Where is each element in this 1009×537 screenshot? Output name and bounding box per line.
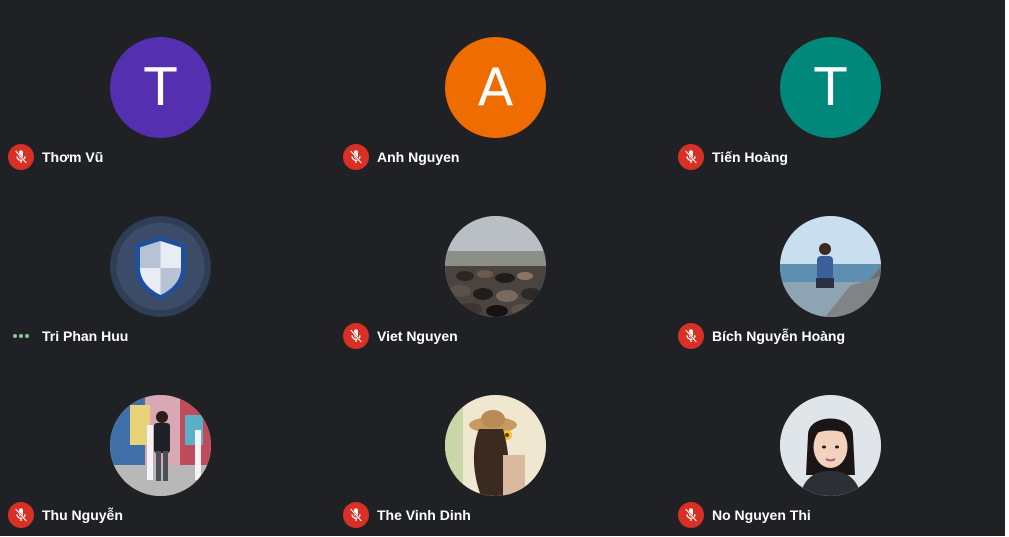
participant-tile[interactable]: Tri Phan Huu bbox=[0, 179, 335, 358]
participant-tile[interactable]: T Tiến Hoàng bbox=[670, 0, 1005, 179]
mic-off-icon bbox=[343, 323, 369, 349]
mic-off-icon bbox=[8, 144, 34, 170]
pebbles-photo bbox=[445, 216, 546, 317]
man-mural-photo bbox=[110, 395, 211, 496]
avatar: A bbox=[445, 37, 546, 138]
mic-off-icon bbox=[678, 323, 704, 349]
participant-name: Tri Phan Huu bbox=[42, 328, 129, 344]
avatar-letter: A bbox=[477, 57, 514, 118]
mic-off-icon bbox=[343, 502, 369, 528]
avatar: T bbox=[110, 37, 211, 138]
mic-off-icon bbox=[678, 144, 704, 170]
participant-name: The Vinh Dinh bbox=[377, 507, 471, 523]
meeting-participant-grid: T Thơm Vũ A Anh Nguyen T Tiến Hoàng Tri … bbox=[0, 0, 1005, 536]
participant-tile[interactable]: No Nguyen Thi bbox=[670, 358, 1005, 537]
nameplate: The Vinh Dinh bbox=[343, 502, 471, 528]
nameplate: No Nguyen Thi bbox=[678, 502, 811, 528]
participant-tile[interactable]: T Thơm Vũ bbox=[0, 0, 335, 179]
mic-off-icon bbox=[678, 502, 704, 528]
nameplate: Tiến Hoàng bbox=[678, 144, 788, 170]
speaking-dots-icon bbox=[8, 323, 34, 349]
participant-name: Tiến Hoàng bbox=[712, 149, 788, 165]
window-edge bbox=[1005, 0, 1009, 536]
participant-tile[interactable]: A Anh Nguyen bbox=[335, 0, 670, 179]
avatar: T bbox=[780, 37, 881, 138]
participant-tile[interactable]: Viet Nguyen bbox=[335, 179, 670, 358]
nameplate: Thơm Vũ bbox=[8, 144, 103, 170]
nameplate: Anh Nguyen bbox=[343, 144, 459, 170]
woman-hat-photo bbox=[445, 395, 546, 496]
avatar-letter: T bbox=[814, 57, 847, 118]
participant-tile[interactable]: The Vinh Dinh bbox=[335, 358, 670, 537]
shield-icon bbox=[110, 216, 211, 317]
participant-tile[interactable]: Bích Nguyễn Hoàng bbox=[670, 179, 1005, 358]
participant-name: Thu Nguyễn bbox=[42, 507, 123, 523]
participant-name: Thơm Vũ bbox=[42, 149, 104, 165]
nameplate: Tri Phan Huu bbox=[8, 323, 128, 349]
mic-off-icon bbox=[343, 144, 369, 170]
mic-off-icon bbox=[8, 502, 34, 528]
participant-name: No Nguyen Thi bbox=[712, 507, 811, 523]
nameplate: Viet Nguyen bbox=[343, 323, 458, 349]
beach-person-photo bbox=[780, 216, 881, 317]
nameplate: Thu Nguyễn bbox=[8, 502, 123, 528]
nameplate: Bích Nguyễn Hoàng bbox=[678, 323, 845, 349]
participant-name: Bích Nguyễn Hoàng bbox=[712, 328, 846, 344]
participant-name: Viet Nguyen bbox=[377, 328, 458, 344]
avatar-letter: T bbox=[144, 57, 177, 118]
participant-name: Anh Nguyen bbox=[377, 149, 460, 165]
woman-portrait-photo bbox=[780, 395, 881, 496]
participant-tile[interactable]: Thu Nguyễn bbox=[0, 358, 335, 537]
